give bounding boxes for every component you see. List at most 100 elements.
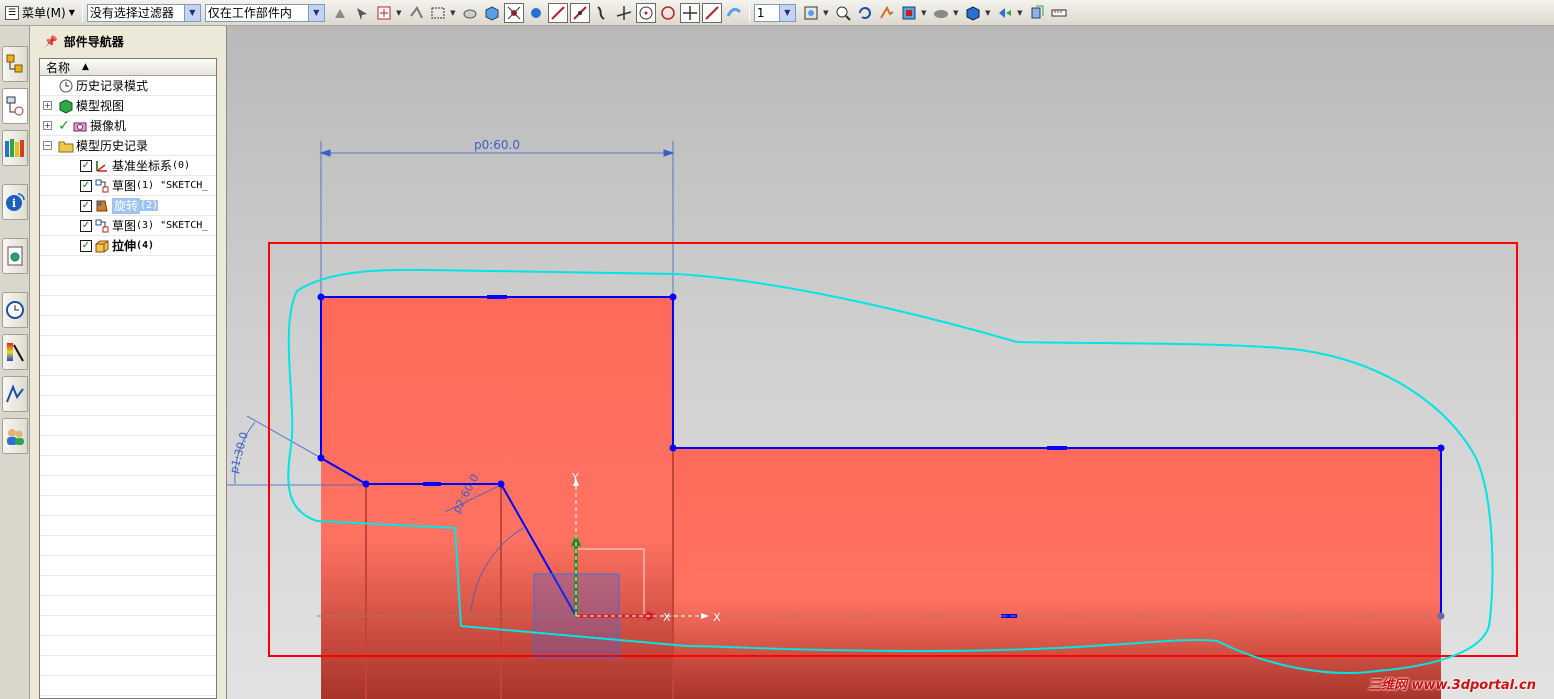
zoom-icon[interactable]: [833, 3, 853, 23]
box-select-icon[interactable]: [428, 3, 448, 23]
render-icon[interactable]: [931, 3, 951, 23]
layer-select[interactable]: 1 ▼: [753, 3, 796, 22]
scope-select[interactable]: 仅在工作部件内 ▼: [204, 3, 325, 22]
chevron-down-icon[interactable]: ▼: [1016, 9, 1024, 17]
collapse-icon[interactable]: −: [43, 141, 52, 150]
empty-row: [40, 336, 216, 356]
curve-icon[interactable]: [592, 3, 612, 23]
main-toolbar: ☰ 菜单(M) ▼ 没有选择过滤器 ▼ 仅在工作部件内 ▼ ▼ ▼ 1 ▼ ▼ ▼ ▼…: [0, 0, 1554, 26]
quadrant-icon[interactable]: [658, 3, 678, 23]
extrude-icon: [94, 238, 110, 254]
process-studio-icon: [6, 384, 24, 403]
empty-row: [40, 476, 216, 496]
chevron-down-icon[interactable]: ▼: [984, 9, 992, 17]
chevron-down-icon[interactable]: ▼: [822, 9, 830, 17]
menu-button[interactable]: ☰ 菜单(M) ▼: [2, 3, 78, 23]
perspective-icon[interactable]: [995, 3, 1015, 23]
toolbar-separator: [81, 3, 83, 22]
tree-node[interactable]: + 模型视图: [40, 96, 216, 116]
tab-web-browser[interactable]: [2, 238, 28, 274]
library-icon: [5, 139, 24, 157]
tree-node[interactable]: − 模型历史记录: [40, 136, 216, 156]
view-icon[interactable]: [899, 3, 919, 23]
expand-icon[interactable]: +: [43, 101, 52, 110]
pin-icon[interactable]: 📌: [44, 35, 58, 48]
tab-part-navigator[interactable]: [2, 88, 28, 124]
rotate-icon[interactable]: [855, 3, 875, 23]
chevron-down-icon[interactable]: ▼: [952, 9, 960, 17]
graphics-window[interactable]: p0:60.0 p1:30.0 p2:60.0 Y X X 三维网 www.3d…: [227, 26, 1554, 699]
navigator-title: 部件导航器: [63, 35, 124, 49]
extension-line: [246, 415, 322, 459]
snap-icon[interactable]: [330, 3, 350, 23]
dimension-p0-label[interactable]: p0:60.0: [474, 138, 520, 152]
empty-row: [40, 576, 216, 596]
solid-body[interactable]: [321, 297, 1441, 699]
arrange-icon[interactable]: [406, 3, 426, 23]
tree-node[interactable]: + ✓ 摄像机: [40, 116, 216, 136]
measure-icon[interactable]: [1049, 3, 1069, 23]
body-upper-block[interactable]: [321, 297, 673, 699]
tab-history[interactable]: [2, 292, 28, 328]
tree-node-detail: (2): [140, 200, 159, 211]
chevron-down-icon: ▼: [183, 4, 200, 21]
dimension-p1-label[interactable]: p1:30.0: [227, 431, 250, 475]
shade-icon[interactable]: [482, 3, 502, 23]
shaded-icon[interactable]: [963, 3, 983, 23]
tab-hd3d-tools[interactable]: i: [2, 184, 28, 220]
visibility-checkbox[interactable]: ✓: [80, 199, 92, 212]
tree-node[interactable]: ✓ 草图 (3) "SKETCH_: [40, 216, 216, 236]
visibility-checkbox[interactable]: ✓: [80, 219, 92, 232]
endpoint-icon[interactable]: [547, 2, 568, 23]
fit-icon[interactable]: [801, 3, 821, 23]
tree-node[interactable]: ✓ 旋转 (2): [40, 196, 216, 216]
model-scene[interactable]: p0:60.0 p1:30.0 p2:60.0 Y X X: [227, 26, 1554, 699]
orient-icon[interactable]: [460, 3, 480, 23]
tree-node-label: 草图: [112, 178, 137, 193]
selection-filter-select[interactable]: 没有选择过滤器 ▼: [86, 3, 201, 22]
point-on-curve-icon[interactable]: [701, 2, 722, 23]
roles-icon: [7, 429, 24, 445]
chevron-down-icon[interactable]: ▼: [449, 9, 457, 17]
feature-icon[interactable]: [374, 3, 394, 23]
chevron-down-icon[interactable]: ▼: [920, 9, 928, 17]
tree-node[interactable]: 历史记录模式: [40, 76, 216, 96]
empty-row: [40, 416, 216, 436]
empty-row: [40, 636, 216, 656]
surface-point-icon[interactable]: [724, 3, 744, 23]
tab-roles[interactable]: [2, 418, 28, 454]
tab-process-studio[interactable]: [2, 376, 28, 412]
toolbar-separator: [748, 3, 750, 22]
visibility-checkbox[interactable]: ✓: [80, 239, 92, 252]
empty-row: [40, 256, 216, 276]
tab-assembly-navigator[interactable]: [2, 46, 28, 82]
chevron-down-icon[interactable]: ▼: [395, 9, 403, 17]
select-icon[interactable]: [352, 3, 372, 23]
tab-reuse-library[interactable]: [2, 130, 28, 166]
column-header-name[interactable]: 名称 ▲: [40, 59, 216, 76]
control-point-icon[interactable]: [526, 3, 546, 23]
body-lower-block[interactable]: [673, 448, 1441, 699]
point-icon[interactable]: [503, 2, 524, 23]
visibility-checkbox[interactable]: ✓: [58, 118, 70, 134]
empty-row: [40, 436, 216, 456]
midpoint-icon[interactable]: [569, 2, 590, 23]
visibility-checkbox[interactable]: ✓: [80, 159, 92, 172]
visibility-checkbox[interactable]: ✓: [80, 179, 92, 192]
tree-node[interactable]: ✓ 草图 (1) "SKETCH_: [40, 176, 216, 196]
tree-node[interactable]: ✓ 拉伸 (4): [40, 236, 216, 256]
empty-row: [40, 276, 216, 296]
intersect-icon[interactable]: [614, 3, 634, 23]
expand-icon[interactable]: +: [43, 121, 52, 130]
tree-node-label: 基准坐标系: [112, 158, 173, 173]
center-icon[interactable]: [635, 2, 656, 23]
layer-icon[interactable]: [1027, 3, 1047, 23]
tree-node[interactable]: ✓ 基准坐标系 (0): [40, 156, 216, 176]
assembly-navigator-icon: [6, 54, 23, 73]
clock-icon: [58, 78, 74, 94]
empty-row: [40, 536, 216, 556]
sketch-icon: [94, 178, 110, 194]
tab-system-materials[interactable]: [2, 334, 28, 370]
pan-icon[interactable]: [877, 3, 897, 23]
existing-point-icon[interactable]: [679, 2, 700, 23]
